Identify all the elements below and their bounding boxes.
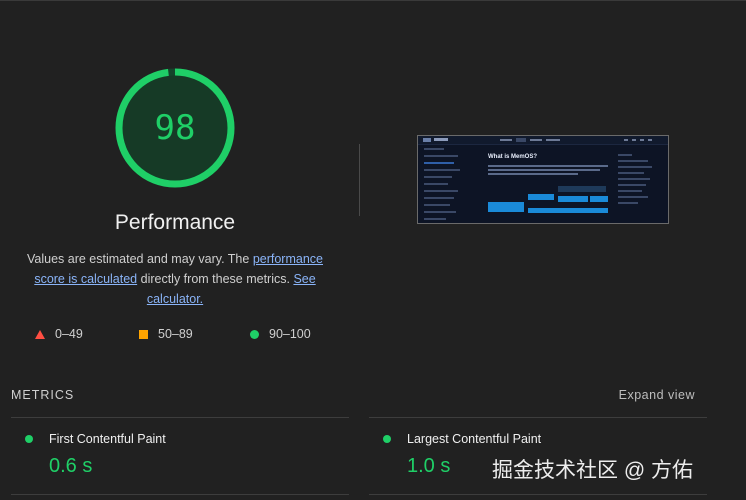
metric-value-fcp: 0.6 s: [49, 455, 93, 477]
thumb-nav-item: [516, 138, 526, 142]
thumb-diagram-block: [528, 194, 554, 200]
thumb-diagram-block: [488, 202, 524, 212]
legend-range-fail: 0–49: [55, 327, 83, 341]
performance-gauge: 98: [113, 66, 237, 190]
thumb-diagram-block: [558, 196, 588, 202]
metric-value-lcp: 1.0 s: [407, 455, 451, 477]
thumb-text-line: [488, 169, 600, 171]
thumb-brand: [434, 138, 448, 141]
thumb-github-icon: [640, 139, 644, 141]
thumb-nav-item: [500, 139, 512, 141]
performance-title: Performance: [114, 211, 236, 234]
thumb-diagram-block: [558, 186, 606, 192]
final-screenshot-thumbnail[interactable]: What is MemOS?: [417, 135, 669, 224]
expand-view-button[interactable]: Expand view: [619, 388, 695, 402]
green-circle-icon: [250, 329, 259, 339]
legend-range-pass: 90–100: [269, 327, 311, 341]
metrics-label: METRICS: [11, 388, 75, 402]
legend-pass: 90–100: [250, 326, 311, 342]
metric-name-lcp: Largest Contentful Paint: [407, 432, 542, 446]
description-text: Values are estimated and may vary. The: [27, 252, 253, 266]
thumb-sidebar: [424, 148, 470, 220]
metric-row-rule: [11, 494, 349, 495]
thumb-diagram-block: [528, 208, 608, 213]
thumb-diagram-block: [590, 196, 608, 202]
description-text-middle: directly from these metrics.: [137, 272, 294, 286]
thumb-text-line: [488, 165, 608, 167]
thumb-theme-icon: [632, 139, 636, 141]
thumb-menu-icon: [648, 139, 652, 141]
thumb-text-line: [488, 173, 578, 175]
thumb-search-icon: [624, 139, 628, 141]
legend-average: 50–89: [139, 326, 193, 342]
vertical-divider: [359, 144, 360, 216]
metrics-rule-left: [11, 417, 349, 418]
thumb-toc: [618, 154, 658, 208]
watermark-text: 掘金技术社区 @ 方佑: [492, 459, 693, 482]
metrics-rule-right: [369, 417, 707, 418]
legend-fail: 0–49: [35, 326, 83, 342]
metric-name-fcp: First Contentful Paint: [49, 432, 166, 446]
pass-circle-icon: [25, 435, 33, 443]
thumb-nav-item: [530, 139, 542, 141]
performance-score: 98: [154, 108, 196, 148]
top-border: [0, 0, 746, 1]
orange-square-icon: [139, 329, 148, 339]
red-triangle-icon: [35, 329, 45, 339]
thumb-navbar: [418, 136, 668, 145]
metric-row-rule: [369, 494, 707, 495]
performance-description: Values are estimated and may vary. The p…: [20, 249, 330, 309]
legend-range-average: 50–89: [158, 327, 193, 341]
thumb-heading: What is MemOS?: [488, 154, 538, 160]
thumb-logo-icon: [423, 138, 431, 142]
thumb-nav-item: [546, 139, 560, 141]
pass-circle-icon: [383, 435, 391, 443]
